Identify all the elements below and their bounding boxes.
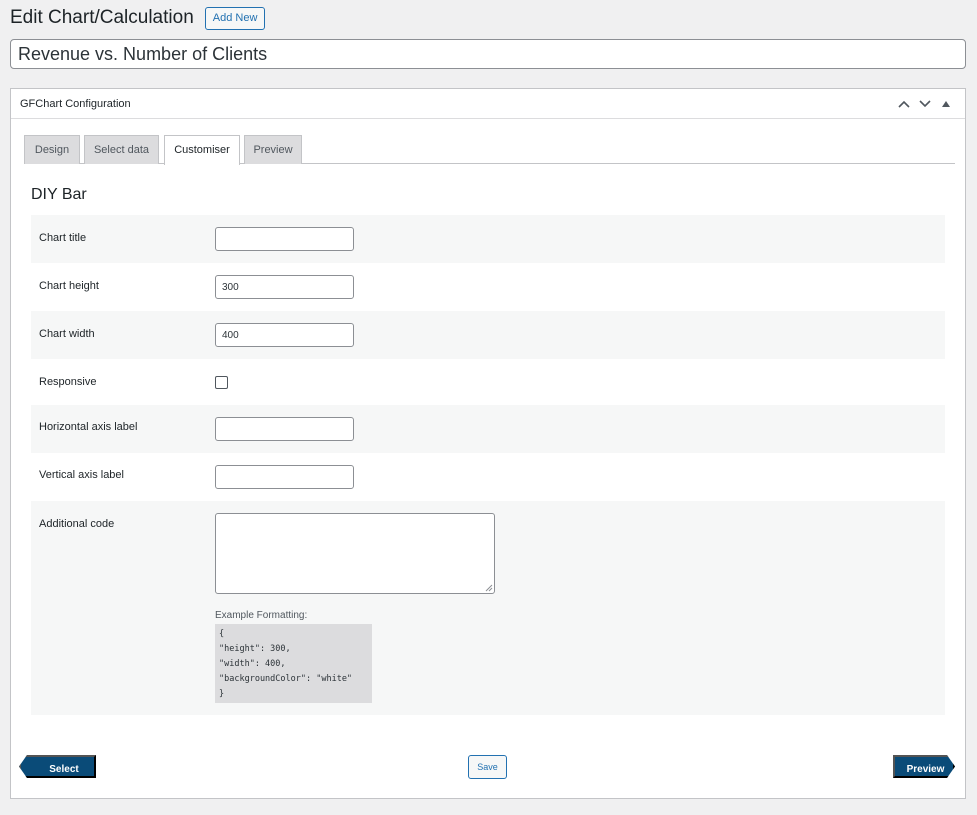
vertical-axis-label-field[interactable] <box>215 465 354 489</box>
vertical-axis-label-label: Vertical axis label <box>39 469 124 481</box>
form-row-vertical-axis-label: Vertical axis label <box>31 453 945 501</box>
responsive-checkbox[interactable] <box>215 376 228 389</box>
metabox-header: GFChart Configuration <box>11 89 965 119</box>
save-button[interactable]: Save <box>468 755 507 779</box>
horizontal-axis-label-field[interactable] <box>215 417 354 441</box>
collapse-toggle-icon[interactable] <box>935 94 956 114</box>
chart-title-input[interactable] <box>10 39 966 69</box>
metabox-controls <box>893 94 956 114</box>
example-formatting-code: { "height": 300, "width": 400, "backgrou… <box>215 624 372 703</box>
tab-customiser[interactable]: Customiser <box>164 135 240 165</box>
chart-title-field[interactable] <box>215 227 354 251</box>
form-row-additional-code: Additional code Example Formatting: { "h… <box>31 501 945 715</box>
form-row-chart-height: Chart height <box>31 263 945 311</box>
additional-code-textarea[interactable] <box>215 513 495 594</box>
page-header: Edit Chart/Calculation Add New <box>10 6 266 30</box>
chart-width-label: Chart width <box>39 328 95 340</box>
form-row-chart-title: Chart title <box>31 215 945 263</box>
form-row-chart-width: Chart width <box>31 311 945 359</box>
config-tabs: Design Select data Customiser Preview <box>24 135 955 165</box>
chart-width-field[interactable] <box>215 323 354 347</box>
tab-preview[interactable]: Preview <box>244 135 302 164</box>
add-new-button[interactable]: Add New <box>204 6 266 30</box>
gfchart-configuration-metabox: GFChart Configuration Design Select data… <box>10 88 966 799</box>
section-title: DIY Bar <box>31 186 87 203</box>
horizontal-axis-label-label: Horizontal axis label <box>39 421 138 433</box>
responsive-label: Responsive <box>39 376 97 388</box>
chart-title-label: Chart title <box>39 232 87 244</box>
preview-next-button[interactable]: Preview <box>893 755 955 778</box>
form-row-horizontal-axis-label: Horizontal axis label <box>31 405 945 453</box>
select-data-prev-button[interactable]: Select data <box>19 755 96 778</box>
form-row-responsive: Responsive <box>31 359 945 405</box>
page-title: Edit Chart/Calculation <box>10 7 194 28</box>
move-down-icon[interactable] <box>914 94 935 114</box>
tab-design[interactable]: Design <box>24 135 80 164</box>
additional-code-label: Additional code <box>39 518 115 530</box>
example-formatting-label: Example Formatting: <box>215 610 308 621</box>
resize-grip-icon[interactable] <box>485 584 493 592</box>
customiser-form: Chart title Chart height Chart width Res… <box>31 215 945 715</box>
chart-height-field[interactable] <box>215 275 354 299</box>
chart-height-label: Chart height <box>39 280 99 292</box>
tab-select-data[interactable]: Select data <box>84 135 159 164</box>
metabox-title: GFChart Configuration <box>20 97 131 110</box>
move-up-icon[interactable] <box>893 94 914 114</box>
